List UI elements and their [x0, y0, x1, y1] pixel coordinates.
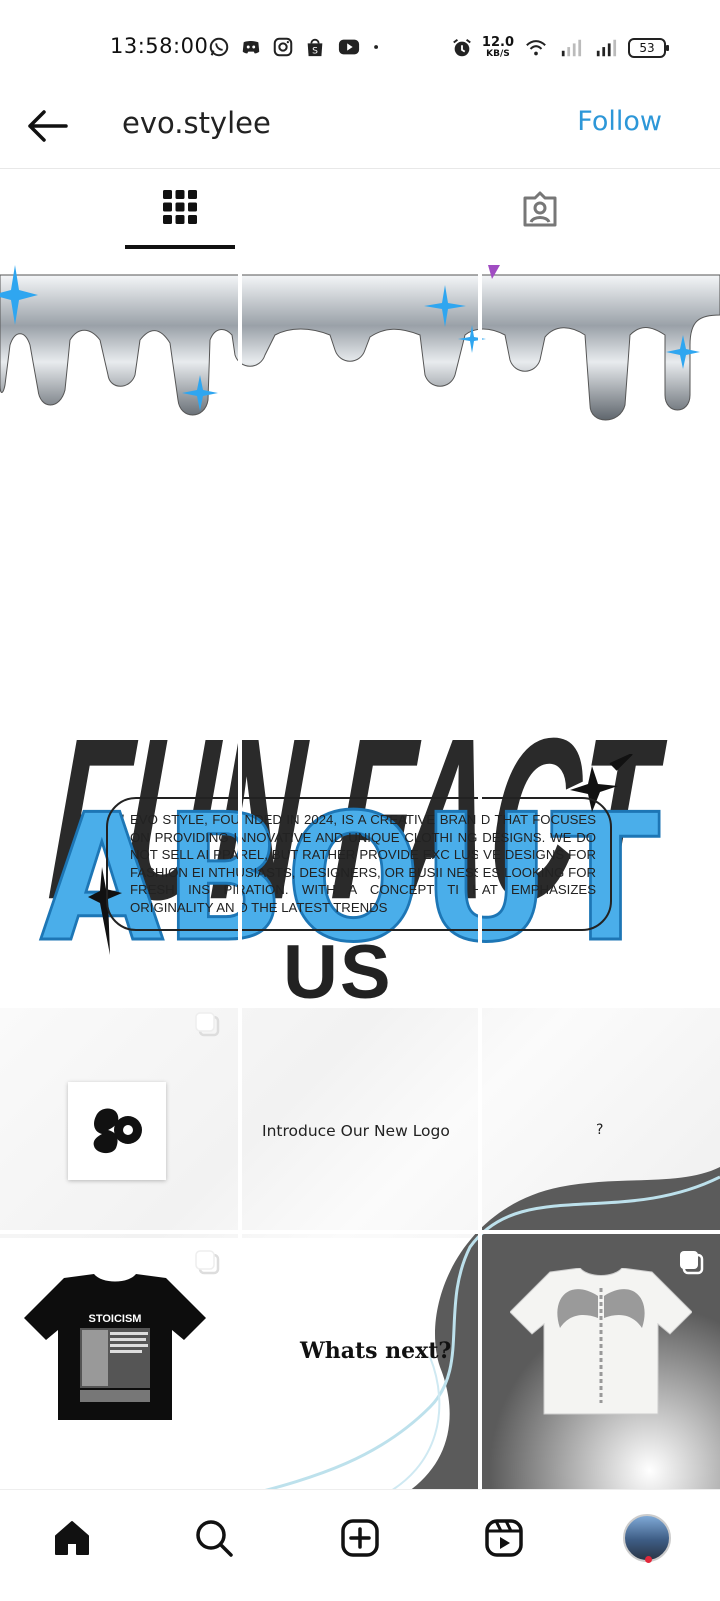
battery-icon: 53 [628, 37, 669, 58]
wing-tshirt-image [510, 1268, 692, 1415]
signal-icon [561, 39, 582, 56]
home-icon [55, 1521, 89, 1555]
nav-home[interactable] [48, 1514, 96, 1562]
post-about-us[interactable]: FUN FACT ABOUT US EVO STYLE, FOU NDED IN… [0, 249, 720, 1015]
headline-sub-text: US [283, 930, 393, 1015]
chrome-drip-graphic [0, 265, 720, 421]
profile-avatar-icon [623, 1514, 671, 1562]
back-arrow-icon[interactable] [26, 108, 70, 144]
instagram-icon [273, 37, 293, 57]
whatsapp-icon [209, 37, 229, 57]
signal-icon [596, 39, 617, 56]
evo-logo-icon [93, 1108, 142, 1154]
grid-divider [0, 1230, 720, 1234]
notification-icons: S [208, 36, 386, 58]
grid-divider [478, 249, 482, 1489]
search-icon [196, 1520, 233, 1557]
discord-icon [242, 41, 260, 54]
system-icons: 12.0 KB/S 53 [451, 36, 669, 59]
youtube-icon [338, 39, 360, 55]
tab-posts-grid[interactable] [125, 169, 235, 249]
nav-create[interactable] [336, 1514, 384, 1562]
reels-icon [485, 1519, 523, 1557]
carousel-icon [195, 1250, 220, 1275]
profile-tabs [0, 169, 720, 249]
nav-reels[interactable] [480, 1514, 528, 1562]
shirt-label-text: STOICISM [89, 1313, 142, 1325]
stoicism-tshirt-image: STOICISM [24, 1274, 206, 1420]
status-bar: 13:58:00 S 12.0 KB/S 53 [0, 0, 720, 86]
nav-profile[interactable] [623, 1514, 671, 1562]
grid-divider [238, 249, 242, 1489]
shopee-icon: S [307, 38, 323, 56]
grid-icon [163, 190, 197, 224]
profile-header: evo.stylee Follow [0, 86, 720, 169]
add-post-icon [341, 1519, 379, 1557]
notification-dot [645, 1556, 652, 1563]
profile-username: evo.stylee [122, 106, 271, 140]
network-speed-unit: KB/S [486, 49, 510, 59]
bottom-navigation [0, 1489, 720, 1601]
carousel-icon [680, 1251, 704, 1275]
wifi-icon [526, 39, 546, 55]
whats-next-text: Whats next? [300, 1338, 452, 1364]
tab-tagged[interactable] [485, 169, 595, 249]
alarm-icon [453, 38, 471, 56]
logo-card [68, 1082, 166, 1180]
carousel-icon [195, 1012, 220, 1037]
clock: 13:58:00 [110, 34, 209, 58]
about-description: EVO STYLE, FOU NDED IN 2024, IS A CREATI… [106, 797, 612, 931]
nav-search[interactable] [190, 1514, 238, 1562]
network-speed-value: 12.0 [481, 35, 514, 50]
intro-logo-text: Introduce Our New Logo [262, 1122, 450, 1140]
follow-button[interactable]: Follow [577, 106, 662, 137]
network-speed: 12.0 KB/S [482, 36, 514, 59]
dot-icon [374, 45, 379, 49]
question-mark-text: ? [596, 1122, 604, 1138]
post-next-row[interactable]: STOICISM Whats next? [0, 1234, 720, 1489]
tagged-person-icon [523, 191, 557, 227]
svg-text:S: S [312, 45, 318, 56]
posts-grid: FUN FACT ABOUT US EVO STYLE, FOU NDED IN… [0, 249, 720, 1489]
grid-divider [0, 516, 720, 520]
